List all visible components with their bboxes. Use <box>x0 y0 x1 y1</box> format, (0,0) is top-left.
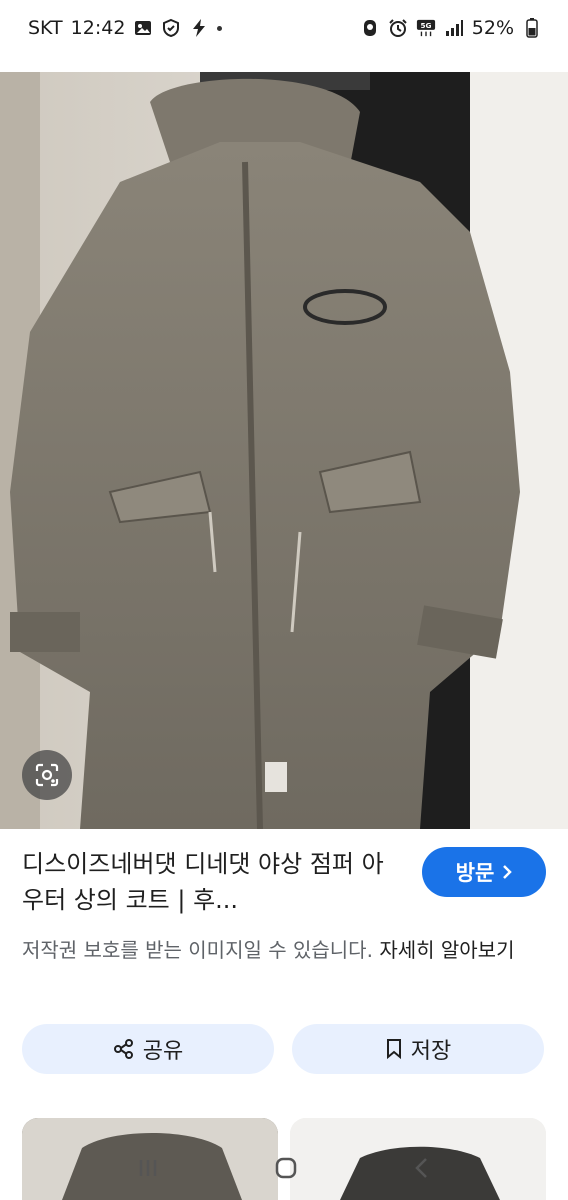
battery-icon <box>522 18 542 38</box>
gallery-icon <box>133 18 153 38</box>
share-label: 공유 <box>142 1039 184 1064</box>
signal-icon <box>444 18 464 38</box>
result-title-block[interactable]: 디스이즈네버댓 디네댓 야상 점퍼 아우터 상의 코트 | 후... <box>22 846 402 918</box>
status-right: 5G 52% <box>360 17 542 39</box>
save-button[interactable]: 저장 <box>292 1024 544 1074</box>
learn-more-link[interactable]: 자세히 알아보기 <box>379 938 514 962</box>
result-title[interactable]: 디스이즈네버댓 디네댓 야상 점퍼 아우터 상의 코트 | 후... <box>22 846 402 918</box>
rocket-icon <box>360 18 380 38</box>
clock: 12:42 <box>70 17 126 39</box>
navigation-bar <box>0 1140 568 1200</box>
carrier-label: SKT <box>28 17 63 39</box>
share-icon <box>113 1039 133 1059</box>
chevron-right-icon <box>503 865 513 879</box>
share-button[interactable]: 공유 <box>22 1024 274 1074</box>
product-image[interactable] <box>0 72 568 829</box>
notification-dot <box>217 25 223 31</box>
alarm-icon <box>388 18 408 38</box>
visit-label: 방문 <box>455 861 495 885</box>
visit-button[interactable]: 방문 <box>422 847 546 897</box>
back-icon[interactable] <box>412 1156 432 1184</box>
copyright-notice: 저작권 보호를 받는 이미지일 수 있습니다. 자세히 알아보기 <box>22 934 552 966</box>
lens-icon <box>35 763 59 787</box>
status-bar: SKT 12:42 5G 52% <box>0 0 568 56</box>
save-label: 저장 <box>410 1039 452 1064</box>
recents-icon[interactable] <box>136 1156 160 1184</box>
bookmark-icon <box>386 1039 401 1060</box>
bolt-icon <box>189 18 209 38</box>
status-left: SKT 12:42 <box>28 17 223 39</box>
copyright-text: 저작권 보호를 받는 이미지일 수 있습니다. <box>22 938 380 962</box>
5g-icon: 5G <box>416 18 436 38</box>
battery-percent: 52% <box>471 17 514 39</box>
jacket-photo <box>0 72 568 829</box>
svg-text:5G: 5G <box>420 21 431 30</box>
shield-icon <box>161 18 181 38</box>
lens-button[interactable] <box>22 750 72 800</box>
home-icon[interactable] <box>273 1155 299 1185</box>
